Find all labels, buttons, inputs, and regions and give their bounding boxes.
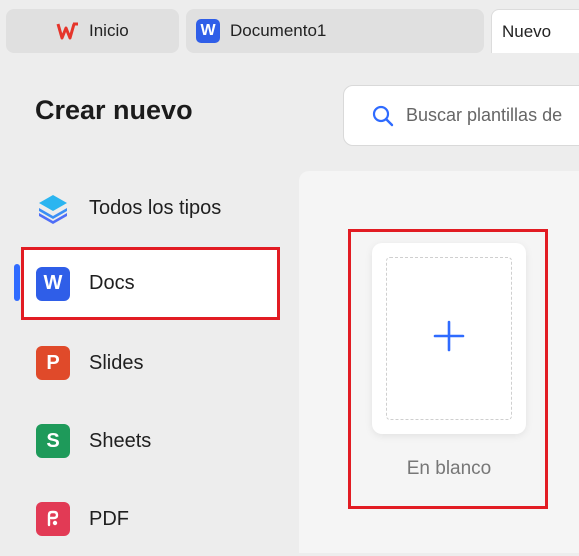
highlight-box (348, 229, 548, 509)
sheets-icon: S (36, 424, 70, 458)
slides-icon: P (36, 346, 70, 380)
sidebar-item-pdf[interactable]: PDF (22, 482, 278, 556)
tab-home-label: Inicio (89, 21, 129, 40)
sidebar-item-docs[interactable]: W Docs (21, 247, 280, 320)
tab-document-label: Documento1 (230, 21, 327, 40)
sidebar-item-label: Sheets (89, 429, 152, 452)
tab-bar: Inicio W Documento1 Nuevo (0, 0, 579, 62)
docs-icon: W (36, 266, 70, 301)
sidebar-item-label: PDF (89, 507, 129, 530)
search-input[interactable]: Buscar plantillas de (343, 85, 579, 146)
sidebar-item-sheets[interactable]: S Sheets (22, 404, 278, 478)
tab-document[interactable]: W Documento1 (186, 9, 484, 53)
page-title: Crear nuevo (35, 95, 193, 125)
sidebar-item-label: Todos los tipos (89, 196, 222, 219)
word-doc-icon: W (196, 19, 220, 43)
tab-home[interactable]: Inicio (6, 9, 179, 53)
sidebar-item-label: Docs (89, 272, 135, 294)
search-placeholder: Buscar plantillas de (406, 105, 563, 125)
active-indicator (14, 264, 20, 301)
sidebar-item-all-types[interactable]: Todos los tipos (22, 171, 278, 245)
sidebar-item-slides[interactable]: P Slides (22, 326, 278, 400)
pdf-icon (36, 502, 70, 536)
tab-new-label: Nuevo (502, 21, 552, 41)
wps-logo-icon (56, 19, 80, 43)
layers-icon (36, 191, 70, 225)
tab-new[interactable]: Nuevo (491, 9, 579, 53)
sidebar-item-label: Slides (89, 351, 144, 374)
search-icon (371, 104, 395, 128)
